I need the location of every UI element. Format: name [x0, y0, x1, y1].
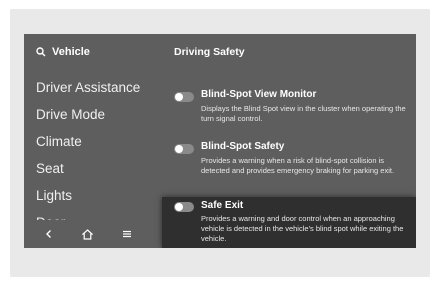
toggle-knob — [175, 203, 183, 211]
option-title: Blind-Spot Safety — [201, 141, 285, 152]
sidebar-item-seat[interactable]: Seat — [36, 161, 64, 176]
home-icon[interactable] — [76, 222, 100, 246]
sidebar: Vehicle Driver Assistance Drive Mode Cli… — [24, 34, 152, 248]
back-icon[interactable] — [37, 222, 61, 246]
section-title: Driving Safety — [174, 46, 245, 58]
vehicle-settings-screen: Vehicle Driver Assistance Drive Mode Cli… — [24, 34, 416, 248]
sidebar-item-climate[interactable]: Climate — [36, 134, 82, 149]
option-description: Provides a warning and door control when… — [201, 214, 404, 243]
sidebar-item-drive-mode[interactable]: Drive Mode — [36, 107, 105, 122]
sidebar-item-driver-assistance[interactable]: Driver Assistance — [36, 80, 140, 95]
option-title: Safe Exit — [201, 200, 244, 211]
sidebar-item-lights[interactable]: Lights — [36, 188, 72, 203]
safe-exit-toggle[interactable] — [174, 202, 194, 212]
search-icon — [36, 47, 46, 57]
toggle-knob — [175, 93, 183, 101]
toggle-knob — [175, 145, 183, 153]
search-label: Vehicle — [52, 46, 90, 58]
option-safe-exit: Safe Exit Provides a warning and door co… — [162, 197, 416, 248]
option-description: Provides a warning when a risk of blind-… — [201, 156, 395, 175]
search-button[interactable]: Vehicle — [36, 44, 90, 60]
blind-spot-view-monitor-toggle[interactable] — [174, 92, 194, 102]
bottom-nav-bar — [24, 220, 152, 248]
option-description: Displays the Blind Spot view in the clus… — [201, 104, 406, 123]
content-panel: Driving Safety Blind-Spot View Monitor D… — [162, 34, 416, 248]
menu-icon[interactable] — [115, 222, 139, 246]
option-blind-spot-view-monitor: Blind-Spot View Monitor Displays the Bli… — [162, 88, 416, 128]
blind-spot-safety-toggle[interactable] — [174, 144, 194, 154]
option-title: Blind-Spot View Monitor — [201, 89, 317, 100]
option-blind-spot-safety: Blind-Spot Safety Provides a warning whe… — [162, 140, 416, 188]
